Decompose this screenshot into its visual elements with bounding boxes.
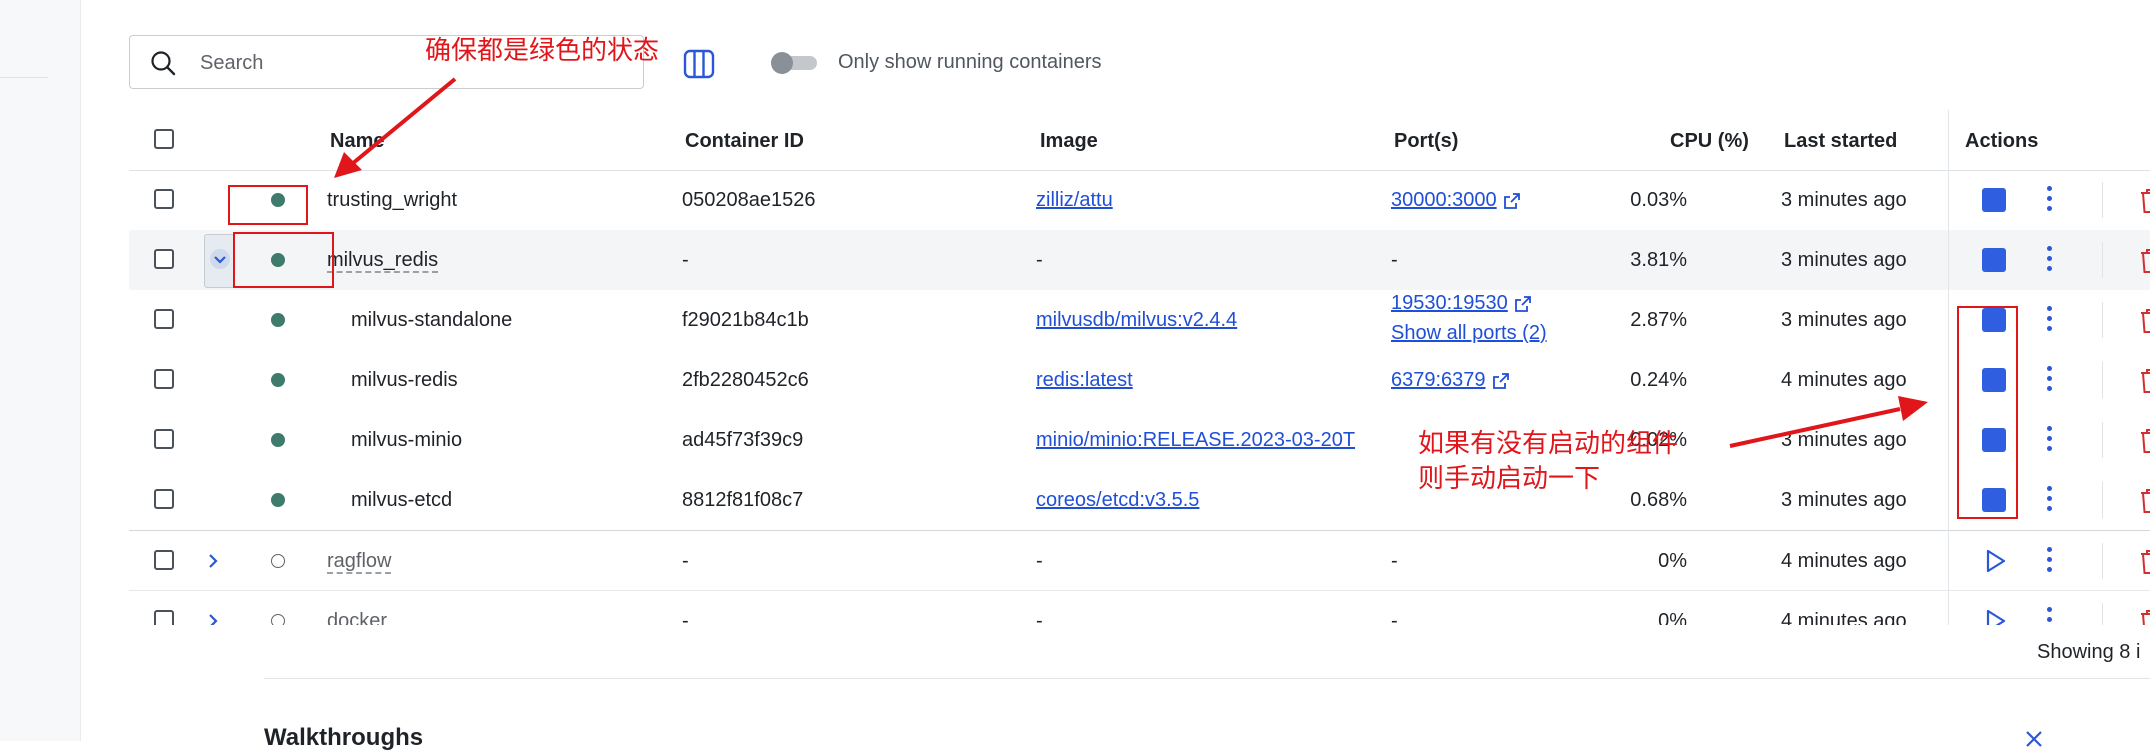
- annotation-arrows: [334, 77, 1928, 448]
